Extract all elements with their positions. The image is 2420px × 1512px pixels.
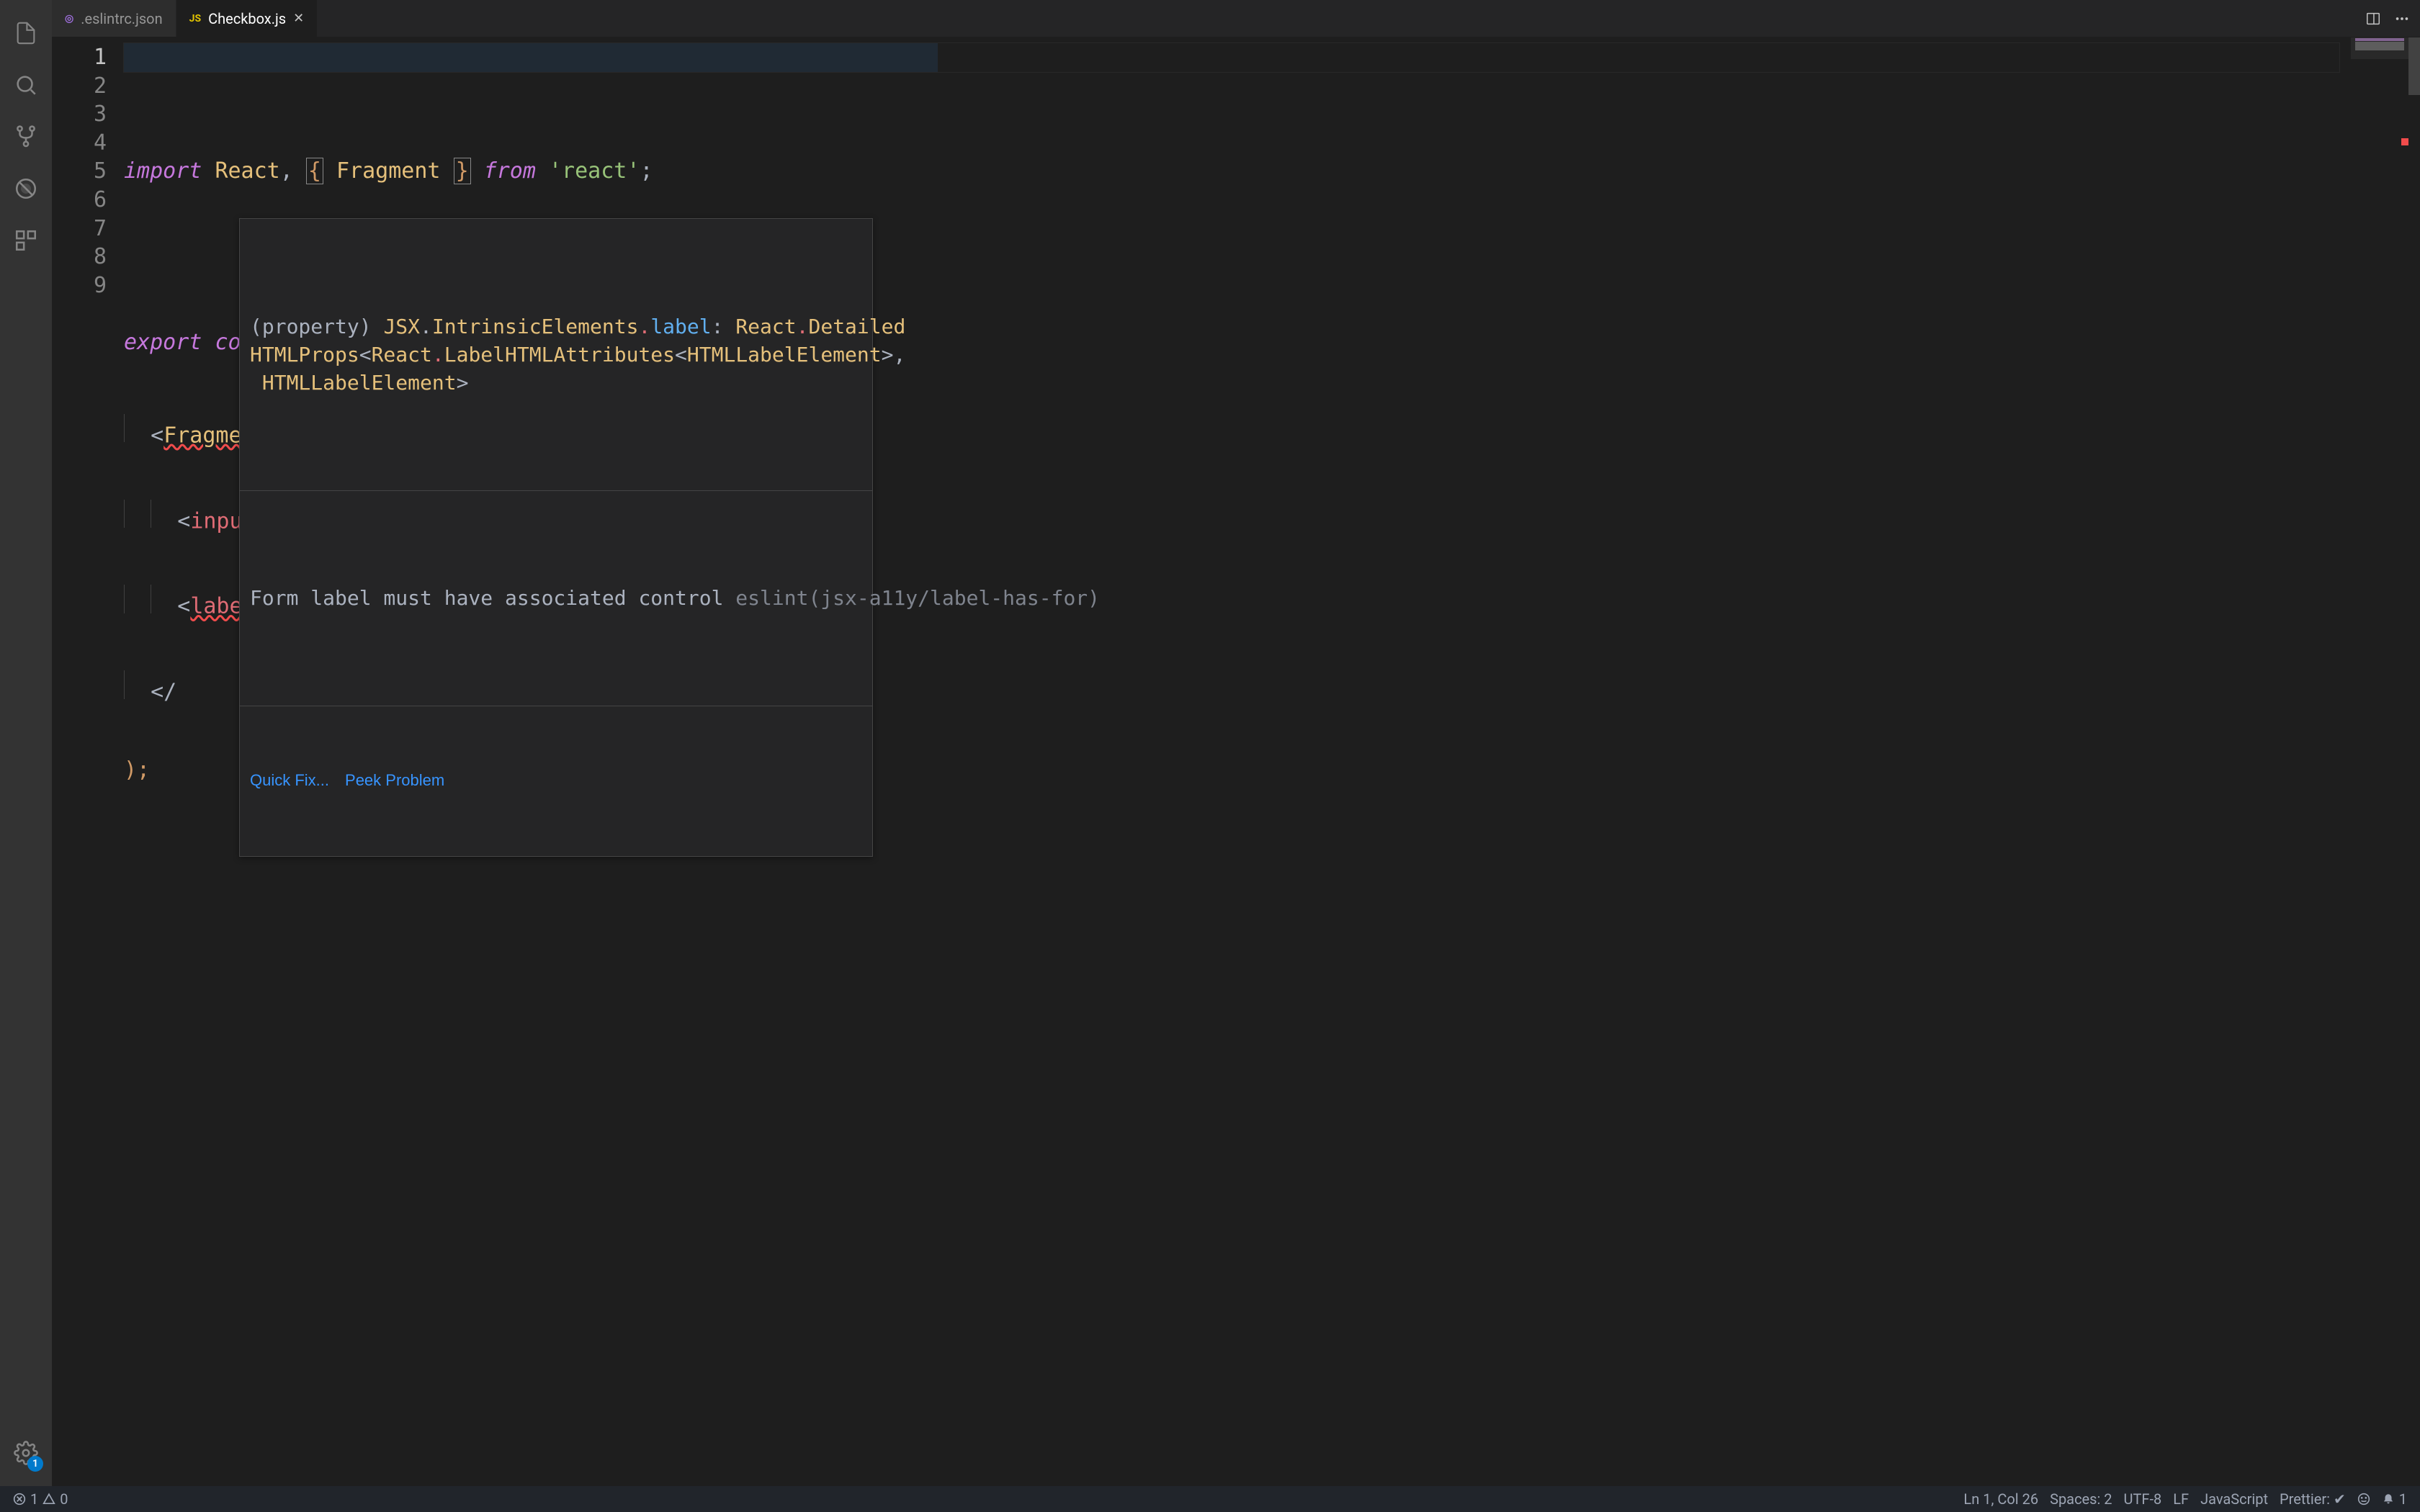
status-cursor-position[interactable]: Ln 1, Col 26 [1958, 1490, 2044, 1508]
status-notifications[interactable]: 1 [2376, 1490, 2413, 1508]
status-eol[interactable]: LF [2167, 1490, 2195, 1508]
quick-fix-link[interactable]: Quick Fix... [250, 770, 329, 792]
hover-problem: Form label must have associated control … [240, 547, 872, 649]
source-control-icon[interactable] [0, 111, 52, 163]
tab-label: .eslintrc.json [81, 10, 162, 27]
status-prettier[interactable]: Prettier: ✔ [2274, 1490, 2352, 1508]
hover-tooltip: (property) JSX.IntrinsicElements.label: … [239, 218, 873, 857]
code-area[interactable]: import React, { Fragment } from 'react';… [124, 37, 2351, 1486]
status-errors-count: 1 [30, 1490, 38, 1508]
eslint-icon: ◎ [65, 13, 73, 24]
hover-type-info: (property) JSX.IntrinsicElements.label: … [240, 275, 872, 433]
debug-icon[interactable] [0, 163, 52, 215]
status-warnings-count: 0 [60, 1490, 68, 1508]
more-actions-icon[interactable] [2394, 11, 2410, 27]
status-feedback-icon[interactable] [2352, 1493, 2376, 1506]
tab-eslintrc[interactable]: ◎ .eslintrc.json [52, 0, 176, 37]
status-encoding[interactable]: UTF-8 [2118, 1490, 2168, 1508]
minimap[interactable] [2351, 37, 2408, 1486]
vertical-scrollbar[interactable] [2408, 37, 2420, 1486]
close-icon[interactable]: ✕ [293, 11, 304, 26]
split-editor-icon[interactable] [2365, 11, 2381, 27]
javascript-icon: JS [189, 13, 201, 24]
status-language-mode[interactable]: JavaScript [2195, 1490, 2274, 1508]
code-editor[interactable]: 1 2 3 4 5 6 7 8 9 import React, { Fragme… [52, 37, 2420, 1486]
activity-bar: 1 [0, 0, 52, 1486]
status-problems[interactable]: 1 0 [7, 1486, 74, 1512]
scrollbar-thumb[interactable] [2408, 37, 2420, 95]
status-notifications-count: 1 [2399, 1490, 2407, 1508]
status-indentation[interactable]: Spaces: 2 [2044, 1490, 2118, 1508]
tab-checkbox-js[interactable]: JS Checkbox.js ✕ [176, 0, 318, 37]
settings-gear-icon[interactable]: 1 [0, 1427, 52, 1479]
tab-bar: ◎ .eslintrc.json JS Checkbox.js ✕ [52, 0, 2420, 37]
extensions-icon[interactable] [0, 215, 52, 266]
search-icon[interactable] [0, 59, 52, 111]
line-gutter: 1 2 3 4 5 6 7 8 9 [52, 37, 124, 1486]
explorer-icon[interactable] [0, 7, 52, 59]
selection-highlight [124, 43, 938, 72]
tab-label: Checkbox.js [208, 10, 286, 27]
status-bar: 1 0 Ln 1, Col 26 Spaces: 2 UTF-8 LF Java… [0, 1486, 2420, 1512]
current-line-highlight [124, 43, 2339, 72]
settings-badge: 1 [27, 1456, 43, 1472]
peek-problem-link[interactable]: Peek Problem [345, 770, 444, 792]
